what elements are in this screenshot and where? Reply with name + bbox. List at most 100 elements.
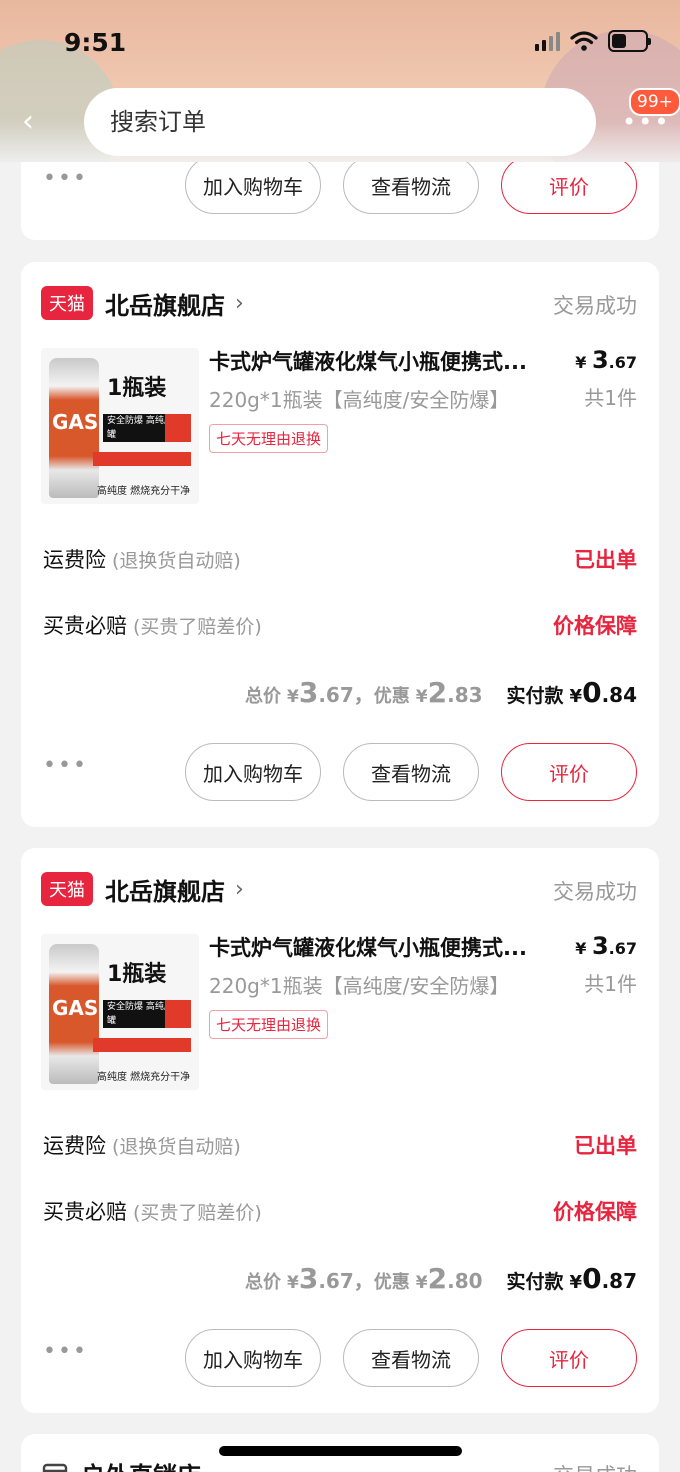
- view-logistics-button[interactable]: 查看物流: [343, 1329, 479, 1387]
- total-integer: 3: [298, 676, 319, 709]
- service-value: 价格保障: [553, 1200, 637, 1224]
- price-protection-row[interactable]: 买贵必赔 (买贵了赔差价) 价格保障: [43, 1196, 637, 1226]
- price-integer: 3: [591, 932, 609, 960]
- shipping-insurance-row[interactable]: 运费险 (退换货自动赔) 已出单: [43, 544, 637, 574]
- more-actions-button[interactable]: •••: [43, 753, 88, 778]
- paid-integer: 0: [582, 676, 602, 709]
- image-text-pack: 1瓶装: [107, 376, 167, 401]
- product-image[interactable]: GAS 1瓶装 安全防爆 高纯度气罐 高纯度 燃烧充分干净: [41, 348, 199, 504]
- paid-decimal: .87: [601, 1269, 637, 1293]
- store-name: 北岳旗舰店: [105, 291, 225, 320]
- total-integer: 3: [298, 1262, 319, 1295]
- price-protection-row[interactable]: 买贵必赔 (买贵了赔差价) 价格保障: [43, 610, 637, 640]
- tmall-badge: 天猫: [41, 286, 93, 320]
- product-title[interactable]: 卡式炉气罐液化煤气小瓶便携式...: [209, 932, 559, 962]
- home-indicator: [219, 1446, 462, 1456]
- store-name: 北岳旗舰店: [105, 877, 225, 906]
- store-link[interactable]: 天猫 北岳旗舰店 ›: [41, 286, 244, 320]
- image-text-foot: 高纯度 燃烧充分干净: [97, 486, 191, 497]
- paid-label: 实付款: [506, 1271, 564, 1293]
- order-totals: 总价 ¥ 3.67， 优惠 ¥ 2.83 实付款 ¥ 0.84: [245, 676, 637, 709]
- chevron-right-icon: ›: [235, 876, 244, 902]
- currency: ¥: [287, 687, 299, 707]
- status-icons: [535, 30, 651, 52]
- notification-badge: 99+: [629, 88, 680, 116]
- search-input[interactable]: 搜索订单: [84, 88, 596, 156]
- image-tag-red: [165, 414, 191, 442]
- price-decimal: .67: [608, 353, 637, 372]
- currency: ¥: [569, 686, 583, 707]
- view-logistics-button[interactable]: 查看物流: [343, 156, 479, 214]
- total-label: 总价: [245, 686, 281, 707]
- product-quantity: 共1件: [584, 386, 637, 410]
- product-price: ¥ 3.67: [575, 346, 637, 374]
- order-card[interactable]: 天猫 北岳旗舰店 › 交易成功 GAS 1瓶装 安全防爆 高纯度气罐 高纯度 燃…: [21, 848, 659, 1413]
- discount-decimal: .83: [447, 683, 483, 707]
- view-logistics-button[interactable]: 查看物流: [343, 743, 479, 801]
- image-text-gas: GAS: [52, 996, 99, 1020]
- order-actions: ••• 加入购物车 查看物流 评价: [43, 156, 637, 214]
- product-image[interactable]: GAS 1瓶装 安全防爆 高纯度气罐 高纯度 燃烧充分干净: [41, 934, 199, 1090]
- image-tag-red: [165, 1000, 191, 1028]
- image-text-foot: 高纯度 燃烧充分干净: [97, 1072, 191, 1083]
- store-icon: [42, 1463, 68, 1472]
- more-actions-button[interactable]: •••: [43, 1339, 88, 1364]
- image-banner: [93, 452, 191, 466]
- price-currency: ¥: [575, 353, 587, 372]
- product-spec: 220g*1瓶装【高纯度/安全防爆】: [209, 388, 510, 412]
- product-title[interactable]: 卡式炉气罐液化煤气小瓶便携式...: [209, 346, 559, 376]
- order-status: 交易成功: [553, 294, 637, 318]
- service-note: (退换货自动赔): [112, 1135, 241, 1158]
- service-value: 已出单: [574, 548, 637, 572]
- discount-label: 优惠: [373, 1272, 410, 1293]
- service-label: 买贵必赔: [43, 614, 127, 638]
- total-decimal: .67，: [318, 683, 374, 707]
- service-label: 买贵必赔: [43, 1200, 127, 1224]
- app-header: 9:51 ‹ 搜索订单 ••• 99+: [0, 0, 680, 162]
- more-actions-button[interactable]: •••: [43, 166, 88, 191]
- service-label: 运费险: [43, 548, 106, 572]
- tmall-badge: 天猫: [41, 872, 93, 906]
- order-actions: ••• 加入购物车 查看物流 评价: [43, 743, 637, 801]
- currency: ¥: [415, 687, 428, 707]
- service-note: (退换货自动赔): [112, 549, 241, 572]
- discount-label: 优惠: [373, 686, 410, 707]
- chevron-right-icon: ›: [235, 290, 244, 316]
- paid-integer: 0: [582, 1262, 602, 1295]
- product-quantity: 共1件: [584, 972, 637, 996]
- product-spec: 220g*1瓶装【高纯度/安全防爆】: [209, 974, 510, 998]
- image-banner: [93, 1038, 191, 1052]
- paid-label: 实付款: [506, 685, 564, 707]
- store-name: 户外直销店: [81, 1456, 201, 1472]
- return-policy-tag: 七天无理由退换: [209, 424, 329, 453]
- cellular-signal-icon: [535, 31, 560, 51]
- service-note: (买贵了赔差价): [133, 615, 262, 638]
- currency: ¥: [569, 1272, 583, 1293]
- add-to-cart-button[interactable]: 加入购物车: [185, 743, 321, 801]
- service-label: 运费险: [43, 1134, 106, 1158]
- add-to-cart-button[interactable]: 加入购物车: [185, 1329, 321, 1387]
- store-link[interactable]: 户外直销店: [41, 1456, 201, 1472]
- currency: ¥: [287, 1273, 299, 1293]
- review-button[interactable]: 评价: [501, 156, 637, 214]
- add-to-cart-button[interactable]: 加入购物车: [185, 156, 321, 214]
- battery-icon: [608, 30, 651, 52]
- service-note: (买贵了赔差价): [133, 1201, 262, 1224]
- order-totals: 总价 ¥ 3.67， 优惠 ¥ 2.80 实付款 ¥ 0.87: [245, 1262, 637, 1295]
- review-button[interactable]: 评价: [501, 743, 637, 801]
- currency: ¥: [415, 1273, 428, 1293]
- shipping-insurance-row[interactable]: 运费险 (退换货自动赔) 已出单: [43, 1130, 637, 1160]
- review-button[interactable]: 评价: [501, 1329, 637, 1387]
- service-value: 已出单: [574, 1134, 637, 1158]
- back-button[interactable]: ‹: [22, 104, 34, 139]
- order-actions: ••• 加入购物车 查看物流 评价: [43, 1329, 637, 1387]
- discount-integer: 2: [427, 1262, 448, 1295]
- discount-decimal: .80: [447, 1269, 483, 1293]
- product-price: ¥ 3.67: [575, 932, 637, 960]
- status-time: 9:51: [64, 28, 127, 57]
- wifi-icon: [570, 31, 598, 51]
- total-decimal: .67，: [318, 1269, 374, 1293]
- image-text-gas: GAS: [52, 410, 99, 434]
- order-card[interactable]: 天猫 北岳旗舰店 › 交易成功 GAS 1瓶装 安全防爆 高纯度气罐 高纯度 燃…: [21, 262, 659, 827]
- store-link[interactable]: 天猫 北岳旗舰店 ›: [41, 872, 244, 906]
